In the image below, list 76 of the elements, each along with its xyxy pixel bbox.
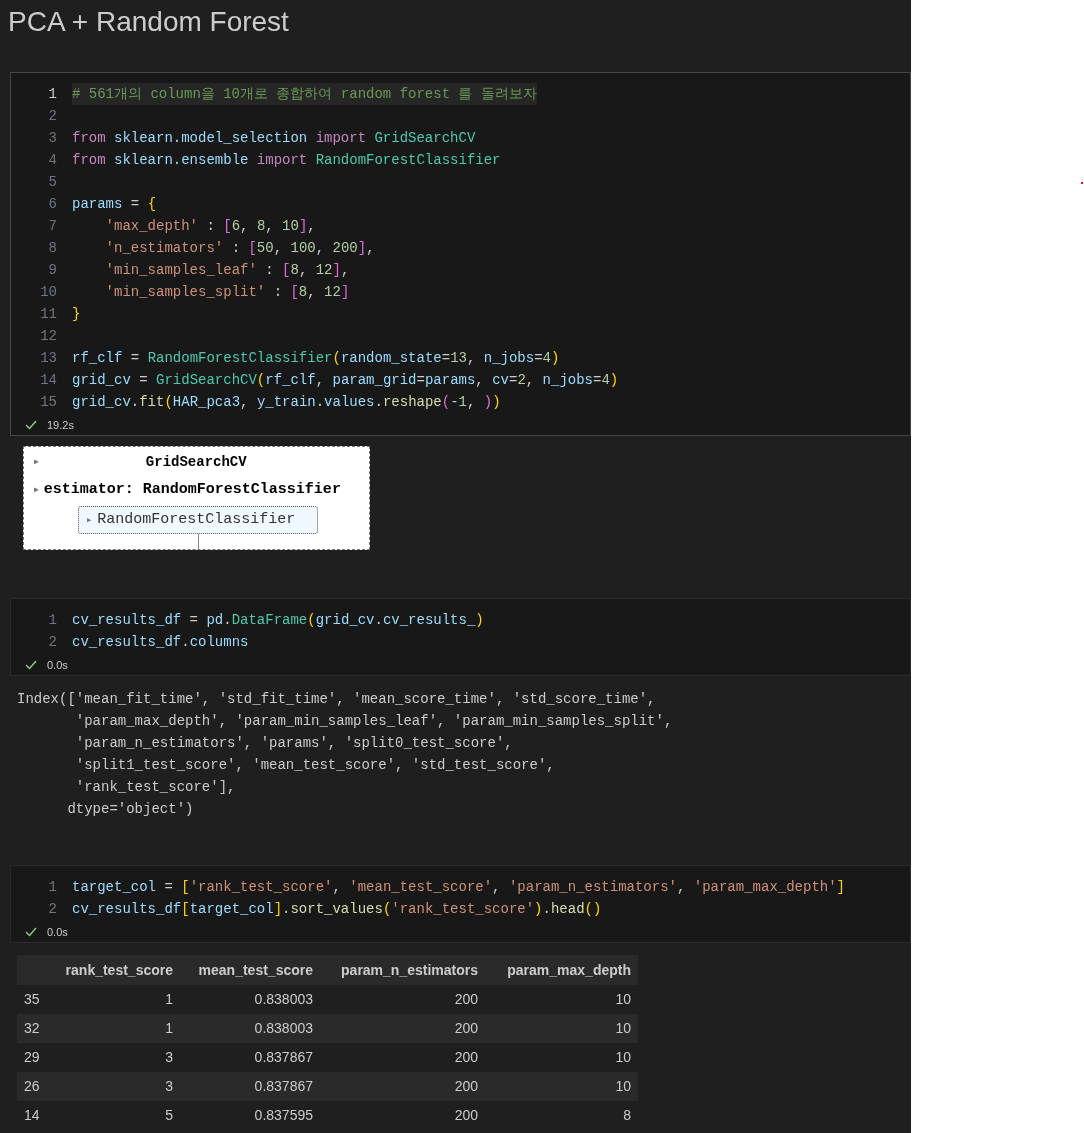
dot-mark	[1081, 182, 1083, 184]
code-line: params = {	[72, 195, 157, 214]
execution-time: 0.0s	[47, 924, 68, 940]
line-number: 14	[39, 371, 57, 390]
table-cell: 0.837867	[180, 1072, 320, 1101]
table-cell: 200	[320, 1101, 485, 1130]
line-number: 1	[47, 85, 57, 104]
line-number: 2	[47, 900, 57, 919]
expand-arrow-icon[interactable]: ▶	[34, 484, 39, 496]
column-header: rank_test_score	[50, 955, 180, 985]
code-line: }	[72, 305, 81, 324]
table-cell: 1	[50, 1014, 180, 1043]
row-index: 26	[17, 1072, 50, 1101]
table-cell: 8	[485, 1101, 638, 1130]
table-cell: 200	[320, 1043, 485, 1072]
line-number: 2	[47, 107, 57, 126]
line-number: 8	[47, 239, 57, 258]
column-header: param_n_estimators	[320, 955, 485, 985]
table-cell: 10	[485, 1043, 638, 1072]
line-number: 1	[47, 611, 57, 630]
row-index: 29	[17, 1043, 50, 1072]
line-number: 12	[39, 327, 57, 346]
row-index: 14	[17, 1101, 50, 1130]
execution-time: 19.2s	[47, 417, 74, 433]
table-cell: 200	[320, 1072, 485, 1101]
row-index: 32	[17, 1014, 50, 1043]
code-line: cv_results_df = pd.DataFrame(grid_cv.cv_results_)	[72, 611, 484, 630]
code-line: grid_cv.fit(HAR_pca3, y_train.values.reshape(-1, ))	[72, 393, 501, 412]
code-line: target_col = ['rank_test_score', 'mean_test_score', 'param_n_estimators', 'param_max_depth']	[72, 878, 845, 897]
code-line: rf_clf = RandomForestClassifier(random_state=13, n_jobs=4)	[72, 349, 560, 368]
line-number: 11	[39, 305, 57, 324]
check-icon	[25, 420, 37, 430]
check-icon	[25, 927, 37, 937]
code-line: 'min_samples_split' : [8, 12]	[104, 283, 350, 302]
line-number: 9	[47, 261, 57, 280]
code-line: from sklearn.model_selection import GridSearchCV	[72, 129, 476, 148]
code-line: cv_results_df[target_col].sort_values('rank_test_score').head()	[72, 900, 602, 919]
line-number: 7	[47, 217, 57, 236]
table-cell: 10	[485, 985, 638, 1014]
line-number: 3	[47, 129, 57, 148]
line-number: 4	[47, 151, 57, 170]
estimator-label: estimator: RandomForestClassifier	[43, 479, 341, 500]
line-number: 10	[39, 283, 57, 302]
code-line: cv_results_df.columns	[72, 633, 249, 652]
code-line: 'n_estimators' : [50, 100, 200],	[104, 239, 375, 258]
output-text: Index(['mean_fit_time', 'std_fit_time', 'mean_score_time', 'std_score_time', 'param_max_depth', 'param_min_samples_leaf', 'param_min_samples_split', 'param_n_estimators', 'params', 'split0_test_score', 'split1_test_score', 'mean_test_score', 'std_test_score', 'rank_test_score'], dtype='object')	[17, 690, 673, 819]
line-number: 15	[39, 393, 57, 412]
table-cell: 0.837867	[180, 1043, 320, 1072]
table-cell: 3	[50, 1043, 180, 1072]
table-cell: 200	[320, 1014, 485, 1043]
line-number: 13	[39, 349, 57, 368]
code-line: from sklearn.ensemble import RandomForestClassifier	[72, 151, 501, 170]
column-header: param_max_depth	[485, 955, 638, 985]
line-number: 5	[47, 173, 57, 192]
estimator-title: GridSearchCV	[145, 452, 247, 472]
table-cell: 3	[50, 1072, 180, 1101]
table-cell: 1	[50, 985, 180, 1014]
notebook-heading: PCA + Random Forest	[7, 5, 289, 39]
line-number: 6	[47, 195, 57, 214]
table-cell: 200	[320, 985, 485, 1014]
table-cell: 10	[485, 1014, 638, 1043]
line-number: 2	[47, 633, 57, 652]
table-cell: 0.837595	[180, 1101, 320, 1130]
check-icon	[25, 660, 37, 670]
code-line: 'min_samples_leaf' : [8, 12],	[104, 261, 350, 280]
expand-arrow-icon[interactable]: ▶	[34, 456, 39, 468]
table-cell: 0.838003	[180, 1014, 320, 1043]
code-line: grid_cv = GridSearchCV(rf_clf, param_grid=params, cv=2, n_jobs=4)	[72, 371, 619, 390]
table-cell: 0.838003	[180, 985, 320, 1014]
execution-time: 0.0s	[47, 657, 68, 673]
table-cell: 5	[50, 1101, 180, 1130]
row-index: 35	[17, 985, 50, 1014]
column-header: mean_test_score	[180, 955, 320, 985]
table-cell: 10	[485, 1072, 638, 1101]
line-number: 1	[47, 878, 57, 897]
code-line: 'max_depth' : [6, 8, 10],	[104, 217, 316, 236]
